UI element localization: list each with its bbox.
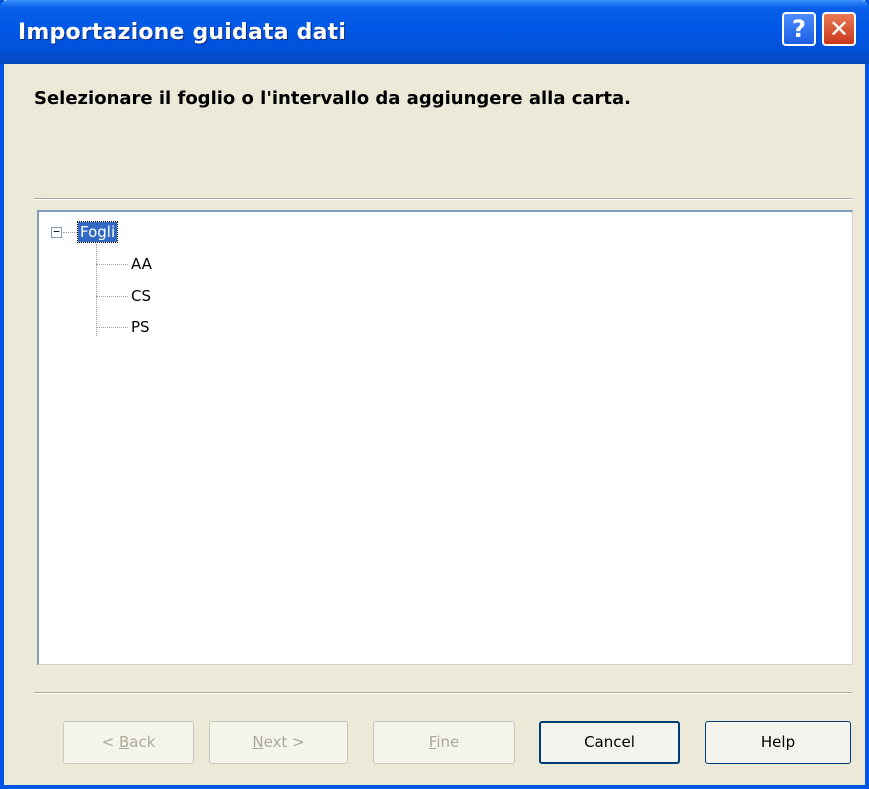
wizard-dialog: Importazione guidata dati ? ✕ Selezionar…: [0, 0, 869, 789]
tree-connector: [96, 244, 97, 336]
cancel-button[interactable]: Cancel: [539, 721, 680, 764]
back-button-mnemonic: B: [118, 733, 130, 751]
next-button[interactable]: Next >: [209, 721, 348, 764]
next-button-label: ext >: [263, 733, 305, 751]
tree-item-cs[interactable]: CS: [131, 287, 151, 305]
footer-divider: [34, 692, 852, 694]
finish-button-label: ine: [436, 733, 460, 751]
title-bar[interactable]: Importazione guidata dati ? ✕: [0, 0, 869, 64]
sheet-tree-view[interactable]: − Fogli AA CS PS: [37, 210, 853, 665]
back-button-prefix: <: [101, 733, 119, 751]
tree-root-fogli[interactable]: Fogli: [76, 221, 119, 243]
finish-button[interactable]: Fine: [373, 721, 515, 764]
collapse-icon[interactable]: −: [51, 226, 62, 238]
tree-connector: [63, 232, 77, 233]
tree-connector: [96, 296, 128, 297]
help-button[interactable]: Help: [705, 721, 851, 764]
tree-item-aa[interactable]: AA: [131, 255, 152, 273]
tree-item-ps[interactable]: PS: [131, 318, 150, 336]
back-button-label: ack: [129, 733, 156, 751]
instruction-text: Selezionare il foglio o l'intervallo da …: [34, 88, 632, 109]
help-icon[interactable]: ?: [782, 12, 816, 46]
window-title: Importazione guidata dati: [18, 20, 347, 45]
back-button[interactable]: < Back: [63, 721, 194, 764]
next-button-mnemonic: N: [252, 733, 264, 751]
close-icon[interactable]: ✕: [822, 12, 856, 46]
tree-connector: [96, 264, 128, 265]
header-divider: [34, 198, 852, 200]
tree-connector: [96, 327, 128, 328]
